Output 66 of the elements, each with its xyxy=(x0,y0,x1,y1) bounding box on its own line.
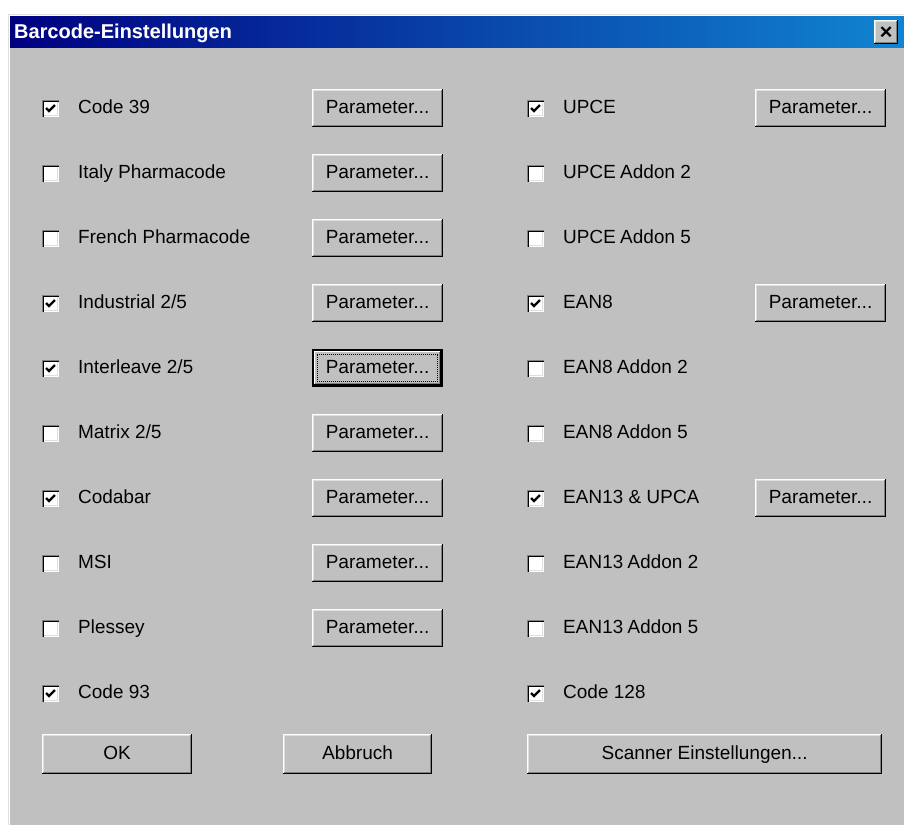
checkbox[interactable] xyxy=(527,424,544,442)
checkbox-label[interactable]: UPCE Addon 5 xyxy=(563,227,691,249)
checkbox[interactable] xyxy=(527,100,544,116)
parameter-button[interactable]: Parameter... xyxy=(312,349,443,387)
checkbox[interactable] xyxy=(42,100,59,116)
checkbox[interactable] xyxy=(527,360,544,376)
checkbox[interactable] xyxy=(42,164,59,182)
checkbox[interactable] xyxy=(42,554,59,572)
checkbox[interactable] xyxy=(527,554,544,572)
parameter-button[interactable]: Parameter... xyxy=(312,479,443,517)
checkbox[interactable] xyxy=(42,620,59,636)
checkbox-label[interactable]: Code 128 xyxy=(563,682,646,704)
checkbox[interactable] xyxy=(42,424,59,442)
check-icon xyxy=(530,102,541,114)
checkbox[interactable] xyxy=(527,230,544,246)
checkbox[interactable] xyxy=(527,684,544,702)
parameter-button[interactable]: Parameter... xyxy=(312,609,443,647)
checkbox-label[interactable]: Interleave 2/5 xyxy=(78,357,194,379)
parameter-button[interactable]: Parameter... xyxy=(312,154,443,192)
checkbox[interactable] xyxy=(42,684,59,702)
checkbox-label[interactable]: EAN13 & UPCA xyxy=(563,487,700,509)
check-icon xyxy=(45,362,56,374)
cancel-button[interactable]: Abbruch xyxy=(283,734,432,774)
checkbox-label[interactable]: Plessey xyxy=(78,617,145,639)
parameter-button[interactable]: Parameter... xyxy=(312,219,443,257)
checkbox[interactable] xyxy=(42,294,59,312)
checkbox-label[interactable]: Matrix 2/5 xyxy=(78,422,162,444)
check-icon xyxy=(45,688,56,698)
parameter-button[interactable]: Parameter... xyxy=(755,479,886,517)
checkbox-label[interactable]: French Pharmacode xyxy=(78,227,250,249)
checkbox-label[interactable]: Code 39 xyxy=(78,97,150,119)
check-icon xyxy=(530,298,541,308)
scanner-settings-button[interactable]: Scanner Einstellungen... xyxy=(527,734,882,774)
checkbox-label[interactable]: Code 93 xyxy=(78,682,150,704)
checkbox[interactable] xyxy=(527,294,544,312)
checkbox-label[interactable]: UPCE Addon 2 xyxy=(563,162,691,184)
checkbox-label[interactable]: UPCE xyxy=(563,97,616,119)
checkbox-label[interactable]: Codabar xyxy=(78,487,151,509)
parameter-button[interactable]: Parameter... xyxy=(312,284,443,322)
checkbox-label[interactable]: Italy Pharmacode xyxy=(78,162,226,184)
checkbox-label[interactable]: EAN8 Addon 2 xyxy=(563,357,688,379)
checkbox[interactable] xyxy=(527,164,544,182)
checkbox[interactable] xyxy=(42,490,59,506)
check-icon xyxy=(45,298,56,308)
checkbox-label[interactable]: MSI xyxy=(78,552,112,574)
check-icon xyxy=(530,688,541,698)
parameter-button[interactable]: Parameter... xyxy=(755,89,886,127)
check-icon xyxy=(530,492,541,504)
checkbox-label[interactable]: EAN13 Addon 2 xyxy=(563,552,698,574)
check-icon xyxy=(45,102,56,114)
parameter-button[interactable]: Parameter... xyxy=(312,414,443,452)
check-icon xyxy=(45,492,56,504)
checkbox[interactable] xyxy=(42,230,59,246)
close-button[interactable]: × xyxy=(874,20,898,44)
checkbox[interactable] xyxy=(42,360,59,376)
parameter-button[interactable]: Parameter... xyxy=(755,284,886,322)
checkbox-label[interactable]: EAN8 Addon 5 xyxy=(563,422,688,444)
checkbox[interactable] xyxy=(527,620,544,636)
checkbox-label[interactable]: EAN13 Addon 5 xyxy=(563,617,698,639)
checkbox[interactable] xyxy=(527,490,544,506)
checkbox-label[interactable]: Industrial 2/5 xyxy=(78,292,187,314)
ok-button[interactable]: OK xyxy=(42,734,192,774)
checkbox-label[interactable]: EAN8 xyxy=(563,292,613,314)
parameter-button[interactable]: Parameter... xyxy=(312,544,443,582)
window-title: Barcode-Einstellungen xyxy=(14,20,232,44)
parameter-button[interactable]: Parameter... xyxy=(312,89,443,127)
